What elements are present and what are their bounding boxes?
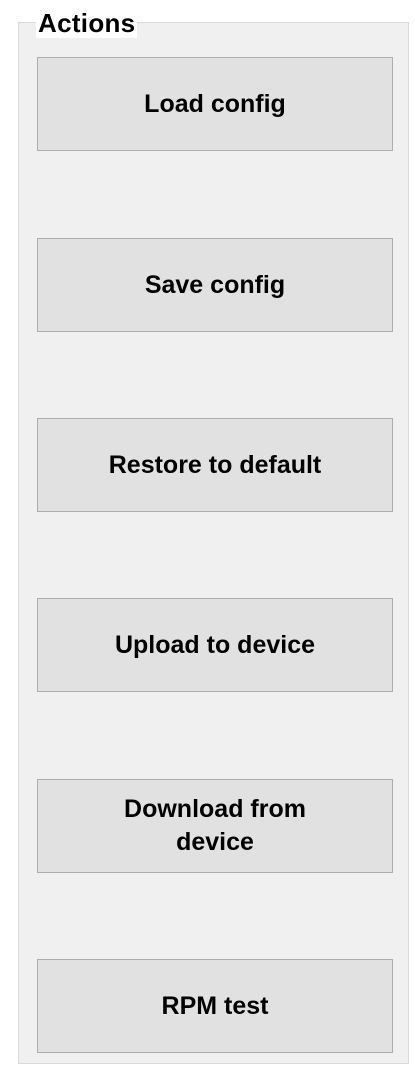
rpm-test-button[interactable]: RPM test (37, 959, 393, 1053)
load-config-button[interactable]: Load config (37, 57, 393, 151)
actions-group-title: Actions (36, 8, 138, 38)
download-from-device-button[interactable]: Download from device (37, 779, 393, 873)
actions-groupbox (18, 22, 409, 1064)
restore-to-default-button[interactable]: Restore to default (37, 418, 393, 512)
upload-to-device-button[interactable]: Upload to device (37, 598, 393, 692)
save-config-button[interactable]: Save config (37, 238, 393, 332)
